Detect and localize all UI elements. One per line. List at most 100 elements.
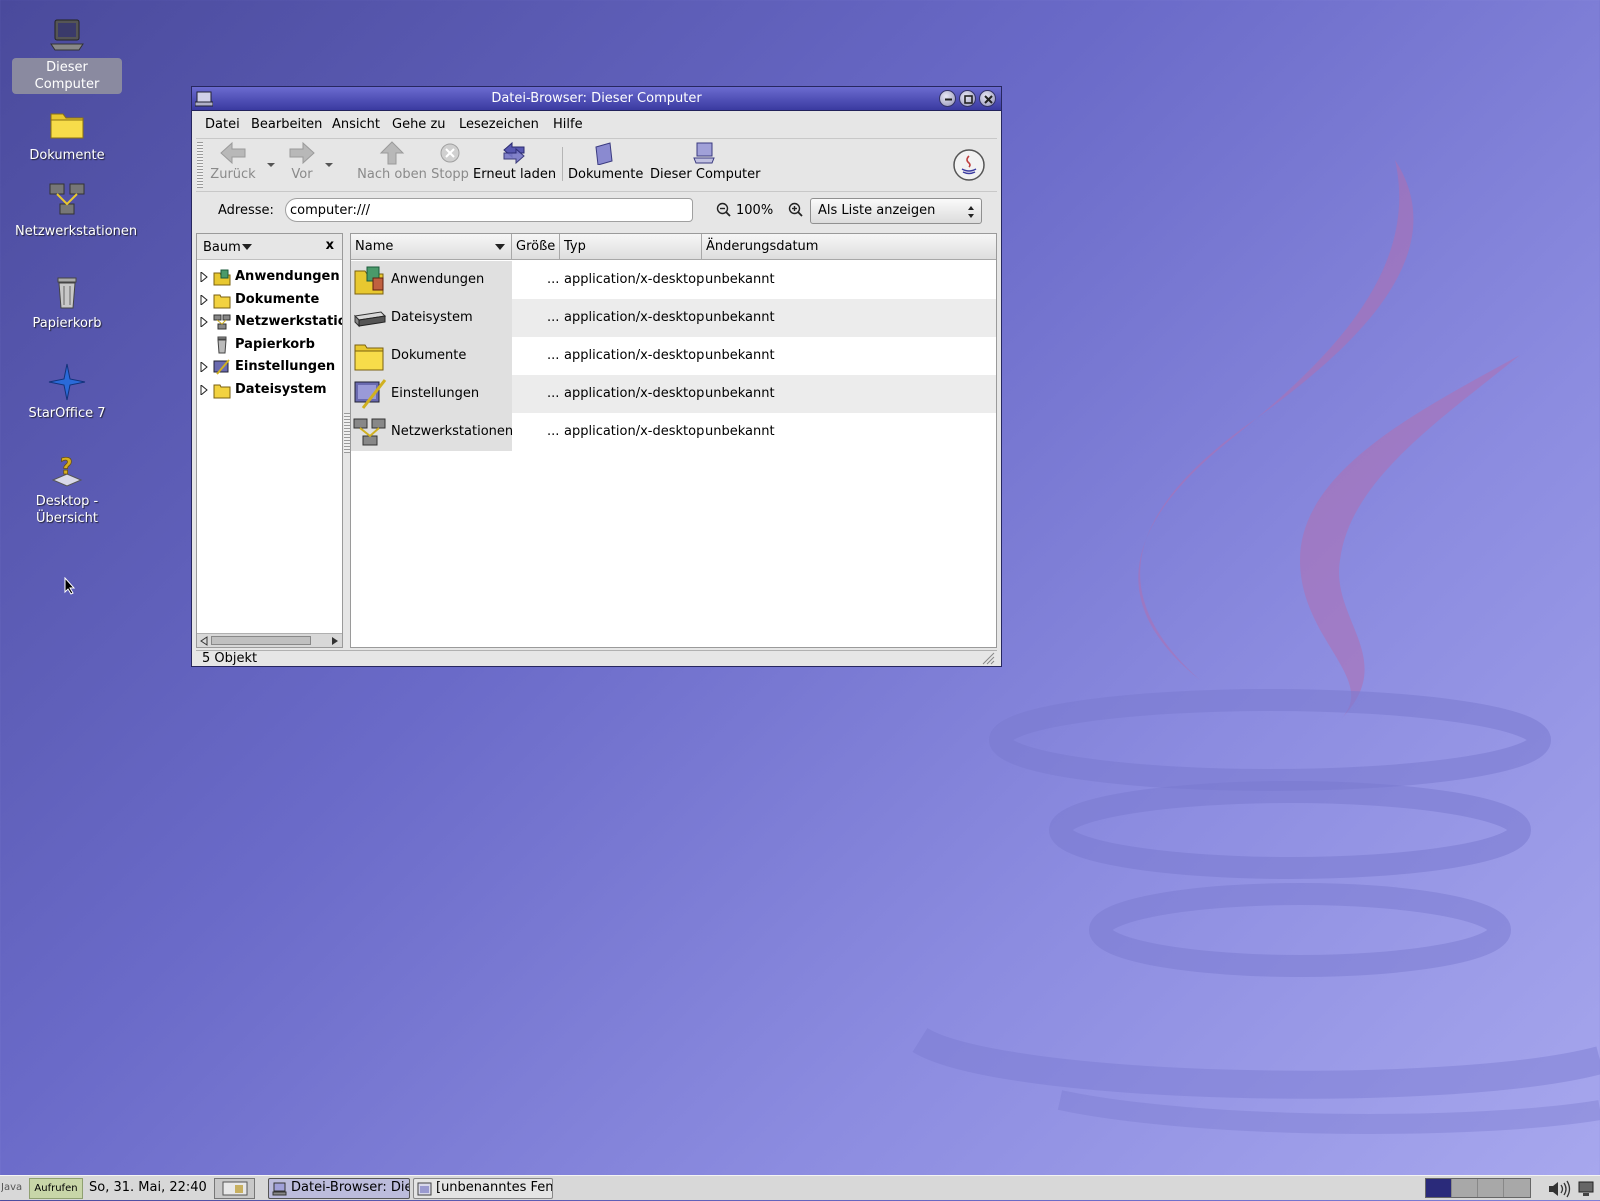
desktop-icon-trash[interactable]: Papierkorb bbox=[12, 272, 122, 333]
show-desktop-button[interactable] bbox=[214, 1178, 255, 1199]
computer-button[interactable]: Dieser Computer bbox=[650, 141, 761, 189]
tree-item-papierkorb[interactable]: Papierkorb bbox=[197, 334, 342, 356]
menu-ansicht[interactable]: Ansicht bbox=[332, 117, 380, 132]
desktop-icon-computer[interactable]: Dieser Computer bbox=[12, 16, 122, 94]
scroll-right-icon[interactable] bbox=[330, 636, 340, 646]
stop-button[interactable]: Stopp bbox=[428, 141, 472, 189]
side-pane-close-button[interactable]: x bbox=[326, 238, 334, 253]
side-pane: Baum x Anwendungen Dokumente Netzwerksta… bbox=[196, 233, 343, 648]
expand-triangle-icon[interactable] bbox=[200, 272, 208, 282]
menu-datei[interactable]: Datei bbox=[205, 117, 240, 132]
view-mode-select[interactable]: Als Liste anzeigen bbox=[810, 198, 982, 224]
up-button[interactable]: Nach oben bbox=[342, 141, 442, 189]
column-header-size[interactable]: Größe bbox=[512, 234, 560, 260]
back-history-chevron-down-icon[interactable] bbox=[266, 162, 276, 168]
address-input[interactable] bbox=[285, 198, 693, 222]
file-size: ... bbox=[547, 386, 560, 401]
expand-triangle-icon[interactable] bbox=[200, 317, 208, 327]
tree-item-anwendungen[interactable]: Anwendungen bbox=[197, 266, 342, 288]
clock[interactable]: So, 31. Mai, 22:40 bbox=[89, 1180, 207, 1201]
file-date: unbekannt bbox=[705, 424, 775, 439]
reload-button[interactable]: Erneut laden bbox=[473, 141, 556, 189]
desktop-icon-label: Dokumente bbox=[29, 148, 105, 163]
file-name: Dateisystem bbox=[391, 310, 473, 325]
workspace-pager[interactable] bbox=[1425, 1178, 1531, 1198]
scrollbar-thumb[interactable] bbox=[211, 636, 311, 645]
network-icon bbox=[49, 183, 85, 215]
tree-item-label: Papierkorb bbox=[235, 337, 315, 352]
window-titlebar[interactable]: Datei-Browser: Dieser Computer bbox=[192, 87, 1001, 111]
workspace-3[interactable] bbox=[1478, 1179, 1504, 1197]
tree-item-dateisystem[interactable]: Dateisystem bbox=[197, 379, 342, 401]
display-icon[interactable] bbox=[1577, 1180, 1597, 1198]
minimize-button[interactable] bbox=[939, 90, 956, 107]
table-row[interactable]: Netzwerkstationen ... application/x-desk… bbox=[351, 413, 996, 451]
view-mode-value: Als Liste anzeigen bbox=[818, 203, 936, 218]
tree-item-label: Anwendungen bbox=[235, 269, 340, 284]
zoom-in-icon[interactable] bbox=[788, 202, 804, 218]
updown-arrow-icon bbox=[968, 206, 974, 218]
table-row[interactable]: Einstellungen ... application/x-desktop … bbox=[351, 375, 996, 413]
documents-button[interactable]: Dokumente bbox=[568, 141, 643, 189]
file-name: Einstellungen bbox=[391, 386, 480, 401]
window-icon bbox=[417, 1182, 432, 1196]
side-pane-horizontal-scrollbar[interactable] bbox=[197, 633, 342, 647]
zoom-out-icon[interactable] bbox=[716, 202, 732, 218]
file-date: unbekannt bbox=[705, 310, 775, 325]
desktop-icon-label: Desktop - Übersicht bbox=[35, 494, 99, 526]
maximize-button[interactable] bbox=[959, 90, 976, 107]
desktop-icon-staroffice[interactable]: StarOffice 7 bbox=[12, 362, 122, 423]
stop-icon bbox=[440, 143, 460, 163]
taskbar-window-file-browser[interactable]: Datei-Browser: Die bbox=[268, 1178, 410, 1199]
forward-label: Vor bbox=[291, 167, 313, 182]
table-row[interactable]: Dokumente ... application/x-desktop unbe… bbox=[351, 337, 996, 375]
expand-triangle-icon[interactable] bbox=[200, 385, 208, 395]
close-button[interactable] bbox=[979, 90, 996, 107]
scroll-left-icon[interactable] bbox=[199, 636, 209, 646]
menu-gehe-zu[interactable]: Gehe zu bbox=[392, 117, 446, 132]
volume-icon[interactable] bbox=[1547, 1180, 1573, 1198]
column-header-type[interactable]: Typ bbox=[560, 234, 702, 260]
launch-button[interactable]: Aufrufen bbox=[29, 1178, 83, 1199]
chevron-down-icon[interactable] bbox=[242, 244, 252, 250]
expand-triangle-icon[interactable] bbox=[200, 295, 208, 305]
zoom-level[interactable]: 100% bbox=[736, 203, 773, 218]
menu-hilfe[interactable]: Hilfe bbox=[553, 117, 583, 132]
table-row[interactable]: Anwendungen ... application/x-desktop un… bbox=[351, 261, 996, 299]
computer-icon bbox=[272, 1182, 287, 1196]
column-header-modified[interactable]: Änderungsdatum bbox=[702, 234, 996, 260]
table-row[interactable]: Dateisystem ... application/x-desktop un… bbox=[351, 299, 996, 337]
workspace-4[interactable] bbox=[1504, 1179, 1530, 1197]
computer-label: Dieser Computer bbox=[650, 167, 761, 182]
menubar: Datei Bearbeiten Ansicht Gehe zu Lesezei… bbox=[196, 113, 997, 137]
expand-triangle-icon[interactable] bbox=[200, 362, 208, 372]
workspace-1[interactable] bbox=[1426, 1179, 1452, 1197]
desktop-icon-documents[interactable]: Dokumente bbox=[12, 104, 122, 165]
desktop-icon-overview[interactable]: ? Desktop - Übersicht bbox=[12, 450, 122, 528]
tree-item-netzwerkstationen[interactable]: Netzwerkstationen bbox=[197, 311, 342, 333]
menu-lesezeichen[interactable]: Lesezeichen bbox=[459, 117, 539, 132]
side-pane-title[interactable]: Baum bbox=[203, 240, 241, 255]
file-browser-window[interactable]: Datei-Browser: Dieser Computer Datei Bea… bbox=[191, 86, 1002, 667]
desktop-icon-network[interactable]: Netzwerkstationen bbox=[12, 180, 137, 241]
back-button[interactable]: Zurück bbox=[209, 141, 257, 189]
column-header-name[interactable]: Name bbox=[351, 234, 512, 260]
resize-grip-icon[interactable] bbox=[981, 651, 995, 665]
svg-text:?: ? bbox=[60, 455, 73, 480]
up-label: Nach oben bbox=[357, 167, 427, 182]
file-type: application/x-desktop bbox=[564, 272, 705, 287]
help-icon: ? bbox=[51, 455, 83, 487]
sort-descending-icon bbox=[495, 244, 505, 250]
tree-item-dokumente[interactable]: Dokumente bbox=[197, 289, 342, 311]
menu-bearbeiten[interactable]: Bearbeiten bbox=[251, 117, 322, 132]
taskbar-window-unnamed[interactable]: [unbenanntes Fen: bbox=[413, 1178, 553, 1199]
file-size: ... bbox=[547, 348, 560, 363]
forward-history-chevron-down-icon[interactable] bbox=[324, 162, 334, 168]
java-menu-button[interactable]: Java bbox=[1, 1178, 28, 1199]
tree-item-einstellungen[interactable]: Einstellungen bbox=[197, 356, 342, 378]
forward-button[interactable]: Vor bbox=[282, 141, 322, 189]
workspace-2[interactable] bbox=[1452, 1179, 1478, 1197]
toolbar-handle[interactable] bbox=[197, 142, 203, 188]
applications-icon bbox=[354, 266, 384, 295]
column-header-label: Größe bbox=[516, 239, 556, 254]
